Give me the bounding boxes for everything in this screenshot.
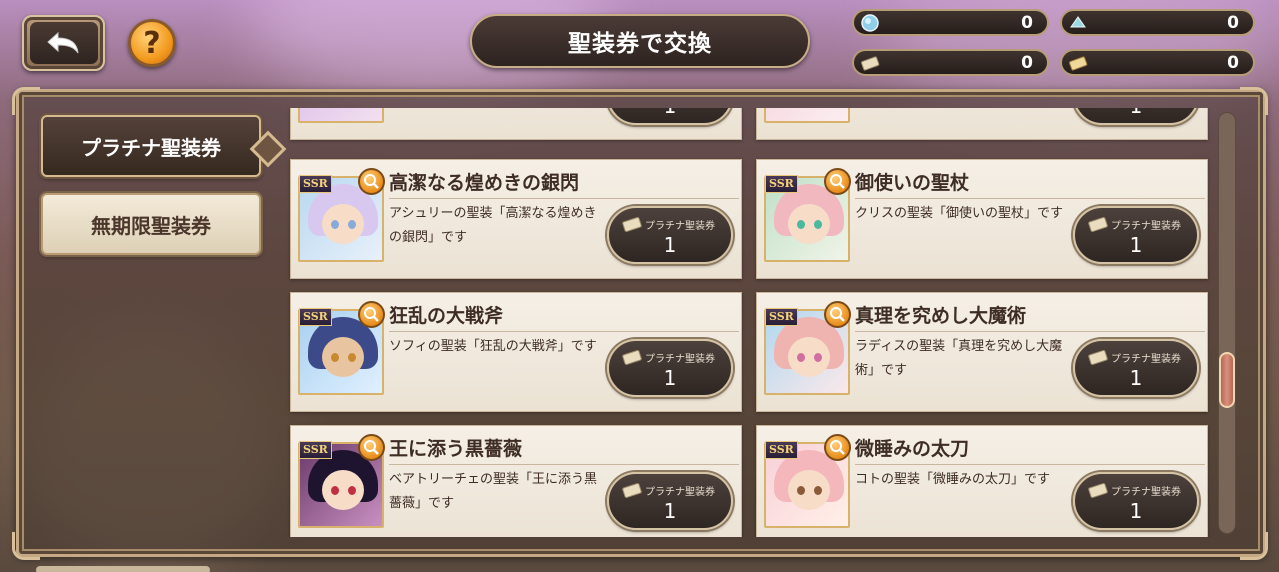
currency-gem: 0 [852,9,1049,36]
item-description: アシュリーの聖装「高潔なる煌めきの銀閃」です [389,206,597,245]
currency-crystal: 0 [1060,9,1255,36]
exchange-button[interactable]: プラチナ聖装券 1 [1073,339,1199,397]
ticket-icon [621,349,643,366]
rarity-badge: SSR [765,308,798,326]
ticket-icon [1087,216,1109,233]
rarity-badge: SSR [299,441,332,459]
cost-value: 1 [663,366,677,390]
divider [855,198,1205,199]
tab-platinum-ticket[interactable]: プラチナ聖装券 [41,115,261,177]
back-button[interactable] [22,15,105,71]
exchange-button[interactable]: 1 [1073,108,1199,125]
list-item[interactable]: SSR 微睡みの太刀 コトの聖装「微睡みの太刀」です プラチナ聖装券 1 [756,425,1208,537]
exchange-button[interactable]: プラチナ聖装券 1 [607,339,733,397]
frame-ornament [1240,532,1268,560]
item-description: ラディスの聖装「真理を究めし大魔術」です [855,339,1063,378]
cost-value: 1 [1075,108,1197,118]
cost-label: プラチナ聖装券 [1111,221,1181,232]
ticket-icon [621,482,643,499]
item-description: ベアトリーチェの聖装「王に添う黒薔薇」です [389,472,598,511]
item-list[interactable]: 1 1 SSR 高潔なる煌めきの銀閃 アシュリーの聖装「高潔なる煌めきの銀閃」で… [278,108,1242,537]
cost-value: 1 [663,233,677,257]
crystal-icon [1070,16,1086,28]
currency-value: 0 [1021,53,1033,73]
cost-label: プラチナ聖装券 [645,221,715,232]
item-description: クリスの聖装「御使いの聖杖」です [855,206,1064,221]
item-description: ソフィの聖装「狂乱の大戦斧」です [389,339,597,354]
exchange-button[interactable]: プラチナ聖装券 1 [607,206,733,264]
cost-value: 1 [1129,366,1143,390]
frame-ornament [12,532,40,560]
item-name: 微睡みの太刀 [855,438,970,460]
zoom-icon[interactable] [358,434,385,461]
blue-gem-icon [861,14,879,32]
currency-platinum-ticket: 0 [852,49,1049,76]
zoom-icon[interactable] [824,301,851,328]
cost-value: 1 [609,108,731,118]
rarity-badge: SSR [299,175,332,193]
ticket-icon [1087,482,1109,499]
item-portrait [764,108,850,123]
exchange-button[interactable]: プラチナ聖装券 1 [1073,472,1199,530]
list-item[interactable]: SSR 王に添う黒薔薇 ベアトリーチェの聖装「王に添う黒薔薇」です プラチナ聖装… [290,425,742,537]
divider [389,464,739,465]
cost-label: プラチナ聖装券 [1111,354,1181,365]
zoom-icon[interactable] [824,434,851,461]
item-name: 真理を究めし大魔術 [855,305,1027,327]
cost-label: プラチナ聖装券 [645,354,715,365]
divider [855,331,1205,332]
platinum-ticket-icon [861,56,880,71]
divider [389,331,739,332]
item-name: 狂乱の大戦斧 [389,305,504,327]
page-title: 聖装券で交換 [470,14,810,68]
scrollbar-track[interactable] [1218,112,1236,534]
ticket-icon [621,216,643,233]
frame-ornament [12,87,40,115]
frame-ornament [1240,87,1268,115]
cost-value: 1 [663,499,677,523]
unlimited-ticket-icon [1069,56,1088,71]
zoom-icon[interactable] [358,301,385,328]
item-name: 高潔なる煌めきの銀閃 [389,172,580,194]
cost-value: 1 [1129,233,1143,257]
list-item[interactable]: SSR 真理を究めし大魔術 ラディスの聖装「真理を究めし大魔術」です プラチナ聖… [756,292,1208,412]
item-name: 御使いの聖杖 [855,172,970,194]
currency-unlimited-ticket: 0 [1060,49,1255,76]
currency-value: 0 [1227,13,1239,33]
list-item[interactable]: SSR 高潔なる煌めきの銀閃 アシュリーの聖装「高潔なる煌めきの銀閃」です プラ… [290,159,742,279]
currency-value: 0 [1227,53,1239,73]
item-portrait [298,108,384,123]
rarity-badge: SSR [765,175,798,193]
scrollbar-thumb[interactable] [1219,352,1235,408]
divider [855,464,1205,465]
currency-value: 0 [1021,13,1033,33]
ticket-icon [1087,349,1109,366]
cost-label: プラチナ聖装券 [645,487,715,498]
list-item[interactable]: SSR 御使いの聖杖 クリスの聖装「御使いの聖杖」です プラチナ聖装券 1 [756,159,1208,279]
help-button[interactable]: ? [128,19,176,67]
zoom-icon[interactable] [824,168,851,195]
exchange-button[interactable]: 1 [607,108,733,125]
rarity-badge: SSR [299,308,332,326]
divider [389,198,739,199]
list-item[interactable]: 1 [756,108,1208,140]
list-item[interactable]: 1 [290,108,742,140]
exchange-button[interactable]: プラチナ聖装券 1 [607,472,733,530]
cost-label: プラチナ聖装券 [1111,487,1181,498]
exchange-button[interactable]: プラチナ聖装券 1 [1073,206,1199,264]
rarity-badge: SSR [765,441,798,459]
cost-value: 1 [1129,499,1143,523]
item-name: 王に添う黒薔薇 [389,438,523,460]
list-item[interactable]: SSR 狂乱の大戦斧 ソフィの聖装「狂乱の大戦斧」です プラチナ聖装券 1 [290,292,742,412]
back-arrow-icon [46,31,78,54]
tab-unlimited-ticket[interactable]: 無期限聖装券 [41,193,261,255]
bottom-decoration [36,566,210,572]
item-description: コトの聖装「微睡みの太刀」です [855,472,1051,487]
zoom-icon[interactable] [358,168,385,195]
